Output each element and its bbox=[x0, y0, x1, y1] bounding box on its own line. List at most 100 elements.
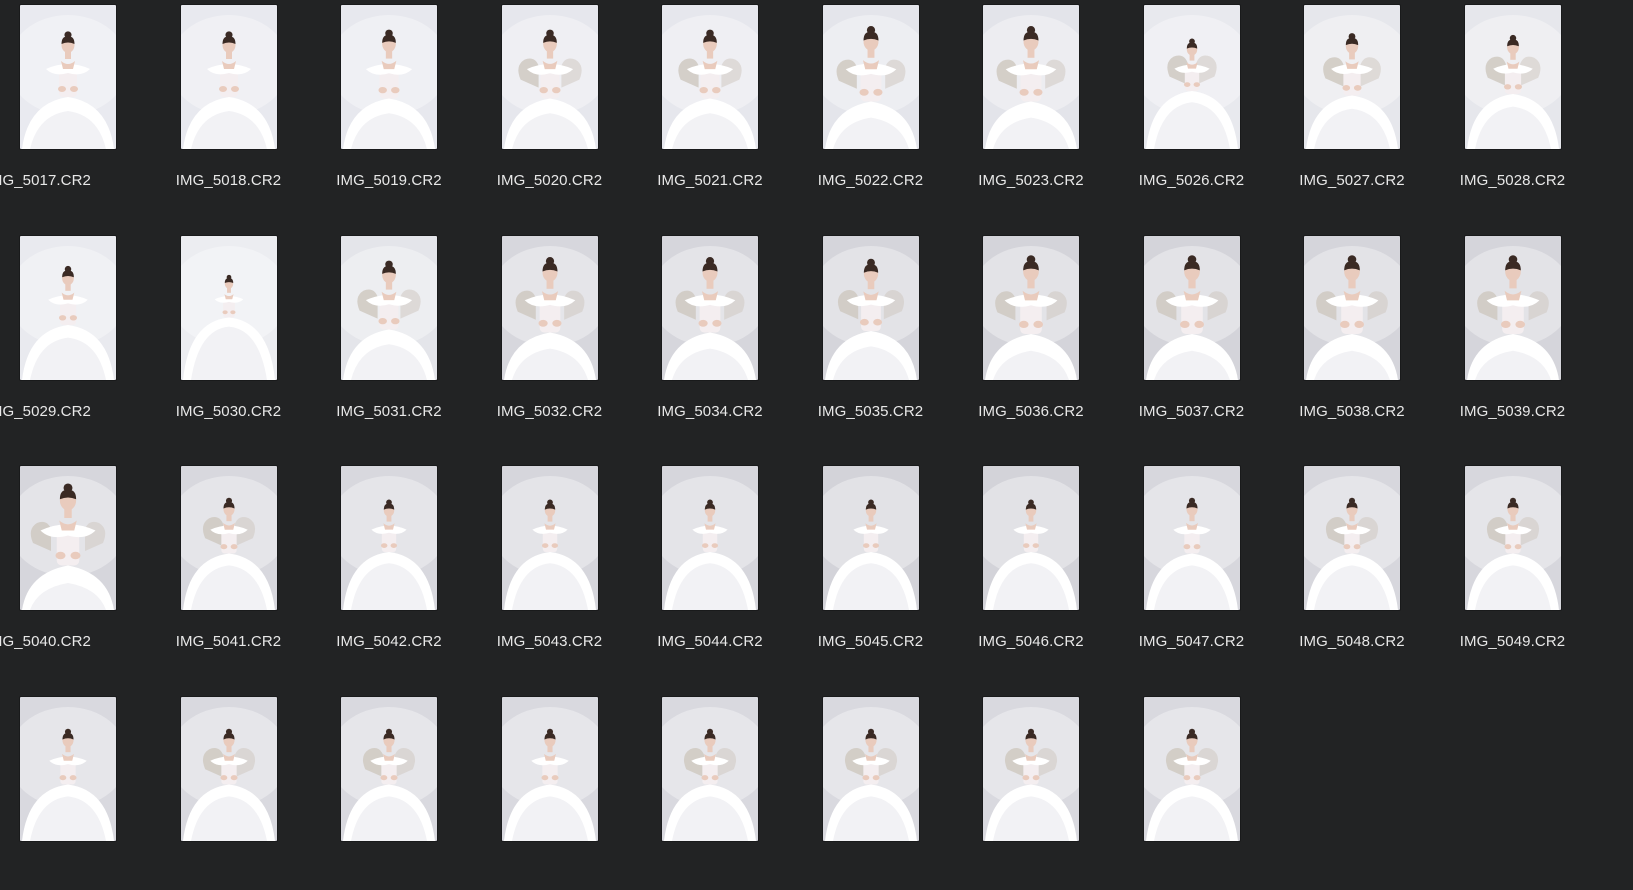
file-thumbnail[interactable] bbox=[822, 5, 919, 149]
file-item[interactable]: IMG_5048.CR2 bbox=[1284, 461, 1451, 681]
file-item[interactable] bbox=[963, 692, 1130, 890]
file-item[interactable]: IMG_5018.CR2 bbox=[161, 0, 328, 220]
file-name-label: IMG_5039.CR2 bbox=[1459, 402, 1566, 420]
file-name-label: MG_5040.CR2 bbox=[0, 633, 91, 650]
photo-preview bbox=[1464, 466, 1561, 610]
file-item[interactable]: IMG_5019.CR2 bbox=[321, 0, 488, 220]
photo-preview bbox=[341, 235, 437, 380]
file-thumbnail[interactable] bbox=[1464, 235, 1561, 380]
file-item[interactable]: IMG_5049.CR2 bbox=[1445, 461, 1612, 681]
file-item[interactable]: MG_5017.CR2 bbox=[0, 0, 167, 220]
file-thumbnail[interactable] bbox=[1304, 235, 1400, 380]
file-item[interactable]: IMG_5043.CR2 bbox=[482, 461, 649, 681]
file-item[interactable]: IMG_5044.CR2 bbox=[642, 461, 809, 681]
file-thumbnail[interactable] bbox=[983, 696, 1079, 841]
file-thumbnail[interactable] bbox=[1464, 466, 1561, 610]
file-item[interactable]: IMG_5028.CR2 bbox=[1445, 0, 1612, 220]
photo-preview bbox=[20, 696, 116, 841]
file-name-label: IMG_5030.CR2 bbox=[175, 402, 282, 420]
file-item[interactable]: IMG_5036.CR2 bbox=[963, 231, 1130, 451]
file-thumbnail[interactable] bbox=[341, 5, 437, 149]
file-name-label: IMG_5027.CR2 bbox=[1299, 172, 1405, 189]
file-item[interactable]: IMG_5045.CR2 bbox=[803, 461, 970, 681]
file-item[interactable]: IMG_5031.CR2 bbox=[321, 231, 488, 451]
file-item[interactable]: MG_5040.CR2 bbox=[0, 461, 167, 681]
file-item[interactable]: IMG_5034.CR2 bbox=[642, 231, 809, 451]
file-grid: MG_5017.CR2 IMG_5018.CR2 IMG_5019.CR2 bbox=[0, 0, 1633, 890]
file-thumbnail[interactable] bbox=[983, 466, 1079, 610]
file-item[interactable]: IMG_5042.CR2 bbox=[321, 461, 488, 681]
file-thumbnail[interactable] bbox=[180, 696, 277, 841]
file-thumbnail[interactable] bbox=[501, 5, 598, 149]
file-thumbnail[interactable] bbox=[822, 235, 919, 380]
file-thumbnail[interactable] bbox=[822, 696, 919, 841]
file-item[interactable] bbox=[803, 692, 970, 890]
file-item[interactable]: IMG_5046.CR2 bbox=[963, 461, 1130, 681]
photo-preview bbox=[180, 5, 277, 149]
file-thumbnail[interactable] bbox=[1143, 696, 1240, 841]
file-item[interactable]: IMG_5038.CR2 bbox=[1284, 231, 1451, 451]
file-thumbnail[interactable] bbox=[1304, 466, 1400, 610]
file-thumbnail[interactable] bbox=[20, 5, 116, 149]
file-name-label: IMG_5020.CR2 bbox=[496, 172, 603, 189]
photo-preview bbox=[983, 235, 1079, 380]
file-thumbnail[interactable] bbox=[501, 696, 598, 841]
photo-preview bbox=[501, 235, 598, 380]
file-thumbnail[interactable] bbox=[1464, 5, 1561, 149]
file-thumbnail[interactable] bbox=[20, 466, 116, 610]
file-thumbnail[interactable] bbox=[20, 696, 116, 841]
file-item[interactable] bbox=[1124, 692, 1291, 890]
file-item[interactable]: IMG_5039.CR2 bbox=[1445, 231, 1612, 451]
file-thumbnail[interactable] bbox=[180, 5, 277, 149]
file-thumbnail[interactable] bbox=[1304, 5, 1400, 149]
file-item[interactable]: IMG_5027.CR2 bbox=[1284, 0, 1451, 220]
file-item[interactable]: IMG_5035.CR2 bbox=[803, 231, 970, 451]
file-thumbnail[interactable] bbox=[1143, 235, 1240, 380]
file-item[interactable]: IMG_5032.CR2 bbox=[482, 231, 649, 451]
file-name-label: MG_5029.CR2 bbox=[0, 402, 91, 420]
file-item[interactable]: IMG_5020.CR2 bbox=[482, 0, 649, 220]
photo-preview bbox=[501, 5, 598, 149]
file-item[interactable] bbox=[482, 692, 649, 890]
file-name-label: IMG_5022.CR2 bbox=[817, 172, 924, 189]
file-thumbnail[interactable] bbox=[180, 466, 277, 610]
file-thumbnail[interactable] bbox=[341, 466, 437, 610]
file-thumbnail[interactable] bbox=[341, 235, 437, 380]
file-item[interactable]: IMG_5022.CR2 bbox=[803, 0, 970, 220]
file-item[interactable] bbox=[0, 692, 167, 890]
file-name-label: IMG_5019.CR2 bbox=[336, 172, 442, 189]
file-thumbnail[interactable] bbox=[501, 466, 598, 610]
file-item[interactable] bbox=[321, 692, 488, 890]
file-item[interactable]: IMG_5037.CR2 bbox=[1124, 231, 1291, 451]
file-thumbnail[interactable] bbox=[662, 696, 758, 841]
file-item[interactable]: IMG_5047.CR2 bbox=[1124, 461, 1291, 681]
file-thumbnail[interactable] bbox=[662, 5, 758, 149]
file-item[interactable]: IMG_5023.CR2 bbox=[963, 0, 1130, 220]
file-name-label: IMG_5046.CR2 bbox=[978, 633, 1084, 650]
file-thumbnail[interactable] bbox=[822, 466, 919, 610]
file-item[interactable] bbox=[642, 692, 809, 890]
file-thumbnail[interactable] bbox=[20, 235, 116, 380]
file-thumbnail[interactable] bbox=[662, 466, 758, 610]
file-thumbnail[interactable] bbox=[341, 696, 437, 841]
file-thumbnail[interactable] bbox=[1143, 5, 1240, 149]
file-item[interactable] bbox=[161, 692, 328, 890]
file-thumbnail[interactable] bbox=[501, 235, 598, 380]
file-item[interactable]: IMG_5026.CR2 bbox=[1124, 0, 1291, 220]
file-name-label: IMG_5026.CR2 bbox=[1138, 172, 1245, 189]
file-name-label: IMG_5041.CR2 bbox=[175, 633, 282, 650]
photo-preview bbox=[180, 466, 277, 610]
file-name-label: MG_5017.CR2 bbox=[0, 172, 91, 189]
file-thumbnail[interactable] bbox=[983, 235, 1079, 380]
file-thumbnail[interactable] bbox=[662, 235, 758, 380]
file-thumbnail[interactable] bbox=[180, 235, 277, 380]
photo-preview bbox=[501, 466, 598, 610]
file-item[interactable]: IMG_5041.CR2 bbox=[161, 461, 328, 681]
file-item[interactable]: MG_5029.CR2 bbox=[0, 231, 167, 451]
file-thumbnail[interactable] bbox=[983, 5, 1079, 149]
photo-preview bbox=[822, 5, 919, 149]
file-thumbnail[interactable] bbox=[1143, 466, 1240, 610]
file-item[interactable]: IMG_5021.CR2 bbox=[642, 0, 809, 220]
file-item[interactable]: IMG_5030.CR2 bbox=[161, 231, 328, 451]
photo-preview bbox=[341, 466, 437, 610]
